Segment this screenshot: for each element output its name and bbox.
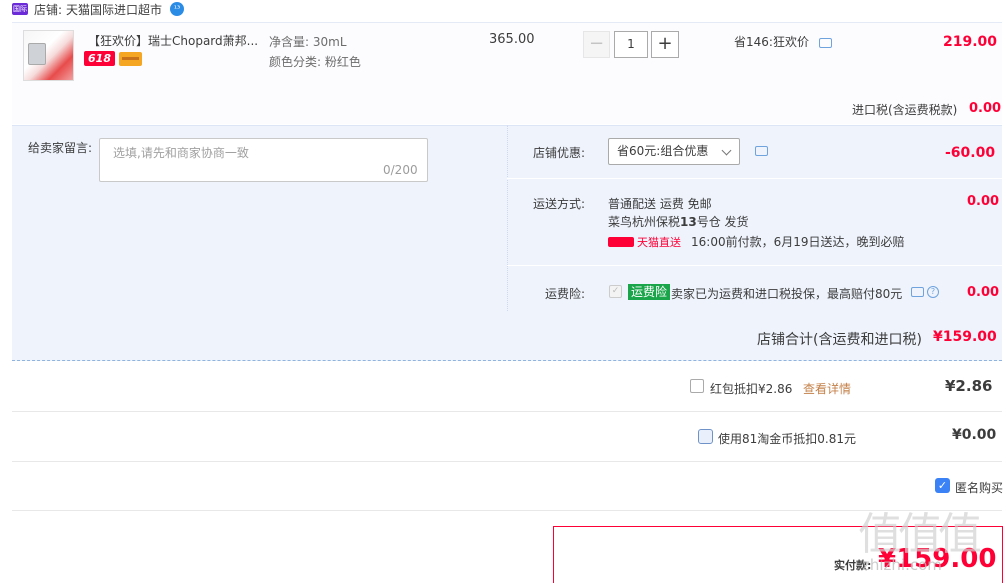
coupon-value: -60.00 <box>945 145 996 161</box>
shop-name-link[interactable]: 天猫国际进口超市 <box>66 1 162 18</box>
shop-label: 店铺: <box>34 2 63 17</box>
redpacket-label: 红包抵扣¥2.86 <box>710 382 793 396</box>
redpacket-checkbox[interactable] <box>690 379 704 393</box>
insurance-label: 运费险: <box>545 287 586 301</box>
product-thumbnail[interactable] <box>23 30 74 81</box>
insurance-value: 0.00 <box>967 285 1000 300</box>
anonymous-checkbox[interactable]: ✓ <box>935 478 950 493</box>
item-subtotal: 219.00 <box>943 34 998 50</box>
divider <box>507 178 1002 179</box>
chat-icon[interactable] <box>755 146 768 156</box>
message-label: 给卖家留言: <box>28 141 93 155</box>
watermark-url: zhizhi.com <box>862 556 942 574</box>
direct-label: 天猫直送 <box>637 235 681 249</box>
redpacket-details-link[interactable]: 查看详情 <box>803 380 851 397</box>
item-promo: 省146:狂欢价 <box>734 33 832 50</box>
product-title-link[interactable]: 【狂欢价】瑞士Chopard萧邦... <box>88 32 258 49</box>
promo-text: 省146:狂欢价 <box>734 35 809 49</box>
divider <box>12 510 1002 511</box>
taojinbi-label: 使用81淘金币抵扣0.81元 <box>718 432 856 446</box>
divider <box>12 461 1002 462</box>
divider <box>12 411 1002 412</box>
delivery-promise: 16:00前付款，6月19日送达，晚到必赔 <box>691 235 905 249</box>
help-icon[interactable]: ? <box>927 286 939 298</box>
quantity-input[interactable]: 1 <box>614 31 648 58</box>
taojinbi-value: ¥0.00 <box>952 427 997 443</box>
chat-icon[interactable] <box>911 287 924 297</box>
attr-color: 颜色分类: 粉红色 <box>269 55 361 69</box>
message-placeholder: 选填,请先和商家协商一致 <box>113 146 249 160</box>
coupon-selected: 省60元:组合优惠 <box>617 144 709 158</box>
shipping-value: 0.00 <box>967 194 1000 209</box>
shipping-method: 普通配送 运费 免邮 <box>608 197 712 211</box>
chat-icon[interactable] <box>818 37 832 48</box>
anonymous-label: 匿名购买 <box>955 481 1004 495</box>
redpacket-value: ¥2.86 <box>945 377 993 395</box>
shipping-warehouse: 菜鸟杭州保税13号仓 发货 <box>608 213 749 230</box>
warehouse-prefix: 菜鸟杭州保税 <box>608 215 681 229</box>
shop-info-icon[interactable]: ¹³ <box>170 2 185 16</box>
quantity-decrease-button[interactable]: − <box>583 31 610 58</box>
coupon-select[interactable]: 省60元:组合优惠 <box>608 138 740 165</box>
insurance-checkbox[interactable]: ✓ <box>609 285 622 298</box>
insurance-text: 卖家已为运费和进口税投保，最高赔付80元 <box>671 287 903 301</box>
insurance-badge: 运费险 <box>628 284 671 300</box>
divider <box>507 265 1002 266</box>
tmall-global-icon: 国际 <box>12 3 28 15</box>
attr-net-content: 净含量: 30mL <box>269 35 347 49</box>
coupon-label: 店铺优惠: <box>533 146 586 160</box>
watermark-logo: 值值值 <box>858 509 982 560</box>
shop-header: 国际 店铺: 天猫国际进口超市 ¹³ <box>12 0 185 18</box>
quantity-increase-button[interactable]: + <box>651 31 679 58</box>
message-char-count: 0/200 <box>383 163 418 177</box>
taojinbi-checkbox[interactable] <box>698 429 713 444</box>
import-tax-label: 进口税(含运费税款) <box>852 103 958 117</box>
promo-618-icon: 618 <box>84 51 115 66</box>
warehouse-number: 13 <box>680 215 697 229</box>
chevron-down-icon <box>721 145 732 156</box>
perfume-bottle-icon <box>28 43 46 65</box>
truck-icon <box>608 236 634 247</box>
warehouse-suffix: 号仓 发货 <box>696 215 749 229</box>
shipping-label: 运送方式: <box>533 197 586 211</box>
import-tax-value: 0.00 <box>969 101 1002 116</box>
tmall-direct-delivery: 天猫直送 16:00前付款，6月19日送达，晚到必赔 <box>608 233 905 250</box>
shop-total-label: 店铺合计(含运费和进口税) <box>757 332 922 348</box>
shop-total-value: ¥159.00 <box>933 329 997 345</box>
credit-card-icon <box>119 52 142 66</box>
unit-price: 365.00 <box>489 32 535 47</box>
